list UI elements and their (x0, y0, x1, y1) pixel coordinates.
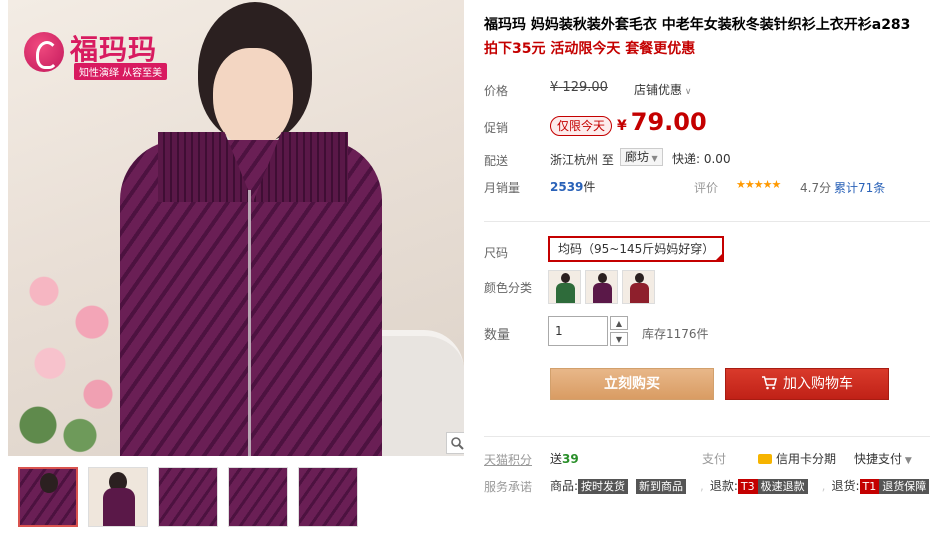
return-guarantee-badge: 退货保障 (879, 479, 930, 494)
service-promises: 商品: 按时发货 新到商品, 退款: T3 极速退款, 退货: T1 退货保障 (550, 477, 930, 494)
ontime-shipping-badge: 按时发货 (578, 479, 629, 494)
shipping-label: 配送 (484, 154, 509, 168)
ship-from: 浙江杭州 至 (550, 153, 614, 167)
color-label: 颜色分类 (484, 281, 533, 295)
promo-label: 促销 (484, 121, 509, 135)
size-option-selected[interactable]: 均码（95~145斤妈妈好穿） (548, 236, 725, 262)
sales-label: 月销量 (484, 181, 521, 195)
quantity-label: 数量 (484, 328, 511, 343)
chevron-down-icon: ∨ (682, 87, 692, 97)
color-swatch-green[interactable] (548, 270, 581, 304)
points-label[interactable]: 天猫积分 (484, 451, 532, 468)
thumbnail[interactable] (298, 467, 358, 527)
shipping-fee: 快递: 0.00 (672, 152, 731, 166)
flower-decoration (8, 250, 128, 456)
price-label: 价格 (484, 84, 509, 98)
points-value: 送39 (550, 452, 579, 466)
original-price: ¥ 129.00 (550, 80, 608, 95)
review-count-link[interactable]: 累计71条 (834, 179, 885, 196)
thumbnail-strip (18, 467, 358, 527)
rating-label: 评价 (694, 181, 719, 195)
zoom-icon[interactable] (446, 432, 464, 454)
brand-logo: 福玛玛 知性演绎 从容至美 (24, 28, 174, 80)
size-label: 尺码 (484, 246, 509, 260)
t1-badge: T1 (859, 479, 880, 494)
sweater-zipper (248, 190, 251, 456)
quantity-decrease-button[interactable]: ▼ (610, 332, 628, 346)
new-arrival-badge: 新到商品 (636, 479, 687, 494)
color-swatches (548, 270, 655, 304)
monthly-sales: 2539件 (550, 180, 596, 194)
credit-installment[interactable]: 信用卡分期 (758, 450, 836, 467)
promo-price: ¥79.00 (617, 108, 707, 136)
quick-pay[interactable]: 快捷支付 ▼ (854, 450, 912, 467)
add-to-cart-button[interactable]: 加入购物车 (725, 368, 889, 400)
store-discount-dropdown[interactable]: 店铺优惠 ∨ (634, 81, 691, 98)
color-swatch-red[interactable] (622, 270, 655, 304)
stock-count: 库存1176件 (642, 327, 709, 341)
fast-refund-badge: 极速退款 (757, 479, 808, 494)
logo-slogan: 知性演绎 从容至美 (74, 63, 168, 80)
t3-badge: T3 (737, 479, 758, 494)
credit-card-icon (758, 454, 772, 464)
logo-text: 福玛玛 (70, 33, 158, 66)
cart-icon (762, 376, 777, 390)
thumbnail[interactable] (18, 467, 78, 527)
rating-stars-icon: ★★★★★ (736, 178, 781, 191)
buy-now-button[interactable]: 立刻购买 (550, 368, 714, 400)
product-title: 福玛玛 妈妈装秋装外套毛衣 中老年女装秋冬装针织衫上衣开衫a283 (484, 17, 911, 33)
destination-select[interactable]: 廊坊 ▼ (620, 148, 663, 166)
quantity-increase-button[interactable]: ▲ (610, 316, 628, 330)
thumbnail[interactable] (228, 467, 288, 527)
pay-label: 支付 (702, 452, 727, 466)
chevron-down-icon: ▼ (649, 154, 658, 163)
promise-label: 服务承诺 (484, 480, 533, 494)
product-subtitle: 拍下35元 活动限今天 套餐更优惠 (484, 41, 696, 57)
logo-emblem-icon (24, 32, 64, 72)
chevron-down-icon: ▼ (902, 456, 912, 466)
thumbnail[interactable] (88, 467, 148, 527)
thumbnail[interactable] (158, 467, 218, 527)
rating-score: 4.7分 (800, 181, 832, 195)
product-page: 福玛玛 知性演绎 从容至美 福玛玛 妈妈装秋装外套毛衣 中老年女装秋冬装针织衫上… (0, 0, 930, 537)
quantity-input[interactable]: 1 (548, 316, 608, 346)
model-face (213, 48, 293, 148)
divider (484, 221, 930, 222)
color-swatch-purple[interactable] (585, 270, 618, 304)
limited-today-badge: 仅限今天 (550, 116, 613, 136)
divider (484, 436, 930, 437)
main-product-image[interactable]: 福玛玛 知性演绎 从容至美 (8, 0, 464, 456)
